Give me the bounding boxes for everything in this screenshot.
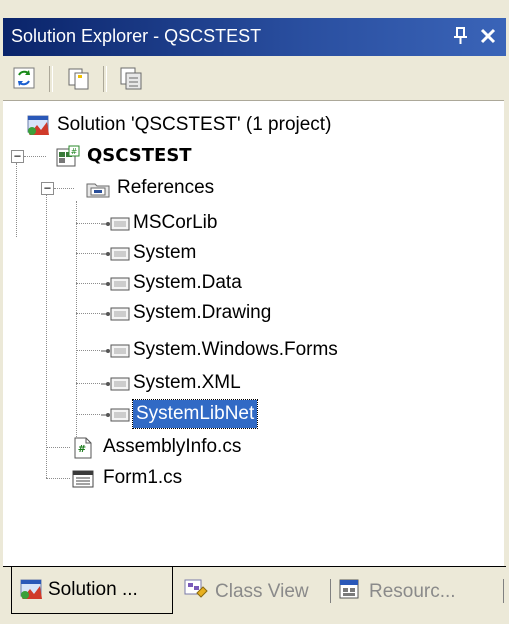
form-file-icon xyxy=(72,470,94,488)
window-title: Solution Explorer - QSCSTEST xyxy=(11,26,262,46)
file-label: Form1.cs xyxy=(103,467,183,488)
show-files-icon xyxy=(68,68,89,90)
tree-connector xyxy=(76,283,100,284)
tree-connector xyxy=(76,201,77,443)
class-view-icon xyxy=(184,579,208,598)
references-folder-icon xyxy=(86,183,110,198)
tab-solution-explorer[interactable]: Solution ... xyxy=(11,567,173,614)
reference-label: System.Windows.Forms xyxy=(133,339,338,360)
pin-glyph xyxy=(454,27,467,44)
tab-class-view[interactable]: Class View xyxy=(179,573,327,609)
reference-label: SystemLibNet xyxy=(131,399,259,429)
solution-explorer-window: Solution Explorer - QSCSTEST − − Solutio… xyxy=(0,0,509,624)
refresh-icon xyxy=(13,67,35,89)
file-label: AssemblyInfo.cs xyxy=(103,436,242,457)
reference-icon xyxy=(101,344,130,358)
tree-connector xyxy=(16,163,17,237)
reference-icon xyxy=(101,377,130,391)
tree-connector xyxy=(76,313,100,314)
tree-item-label: References xyxy=(117,177,215,198)
tab-label: Class View xyxy=(215,581,309,602)
toolbar-separator xyxy=(103,66,107,92)
reference-label: System.Data xyxy=(133,272,242,293)
reference-icon xyxy=(101,247,130,261)
solution-tree[interactable]: − − Solution 'QSCSTEST' (1 project) # QS xyxy=(3,100,504,566)
pin-icon[interactable] xyxy=(450,24,470,48)
tab-separator xyxy=(330,579,331,603)
reference-label: System.XML xyxy=(133,372,241,393)
close-icon[interactable] xyxy=(477,24,499,48)
properties-icon xyxy=(120,67,142,90)
tab-strip: Solution ... Class View Resourc... xyxy=(3,566,506,624)
tree-connector xyxy=(76,350,100,351)
tree-connector xyxy=(76,383,100,384)
reference-icon xyxy=(101,408,130,422)
refresh-button[interactable] xyxy=(10,64,38,92)
tree-connector xyxy=(46,447,70,448)
collapse-references-toggle[interactable]: − xyxy=(41,182,54,195)
show-all-files-button[interactable] xyxy=(65,64,93,92)
properties-button[interactable] xyxy=(117,64,145,92)
reference-label: MSCorLib xyxy=(133,212,218,233)
solution-icon xyxy=(27,115,49,135)
tab-resource-view[interactable]: Resourc... xyxy=(333,573,501,609)
cs-file-icon: # xyxy=(74,437,92,459)
toolbar-separator xyxy=(49,66,53,92)
tree-connector xyxy=(46,478,70,479)
collapse-project-toggle[interactable]: − xyxy=(11,150,24,163)
tab-label: Solution ... xyxy=(48,579,138,600)
title-bar[interactable]: Solution Explorer - QSCSTEST xyxy=(3,18,506,56)
resource-view-icon xyxy=(339,579,359,599)
close-glyph xyxy=(480,28,496,44)
tree-connector xyxy=(54,188,74,189)
toolbar xyxy=(3,58,506,98)
reference-icon xyxy=(101,277,130,291)
tree-connector xyxy=(76,223,100,224)
csharp-project-icon: # xyxy=(56,145,80,167)
tree-item-label: QSCSTEST xyxy=(87,145,192,166)
tab-separator xyxy=(503,579,504,603)
tree-connector xyxy=(76,414,100,415)
reference-label: System xyxy=(133,242,197,263)
solution-icon xyxy=(20,579,42,599)
tree-connector xyxy=(24,156,46,157)
svg-text:#: # xyxy=(71,147,78,156)
reference-label: System.Drawing xyxy=(133,302,272,323)
tree-connector xyxy=(76,253,100,254)
tree-item-label: Solution 'QSCSTEST' (1 project) xyxy=(57,114,332,135)
tab-label: Resourc... xyxy=(369,581,456,602)
svg-text:#: # xyxy=(78,444,86,455)
reference-icon xyxy=(101,307,130,321)
reference-icon xyxy=(101,217,130,231)
tree-connector xyxy=(46,195,47,478)
